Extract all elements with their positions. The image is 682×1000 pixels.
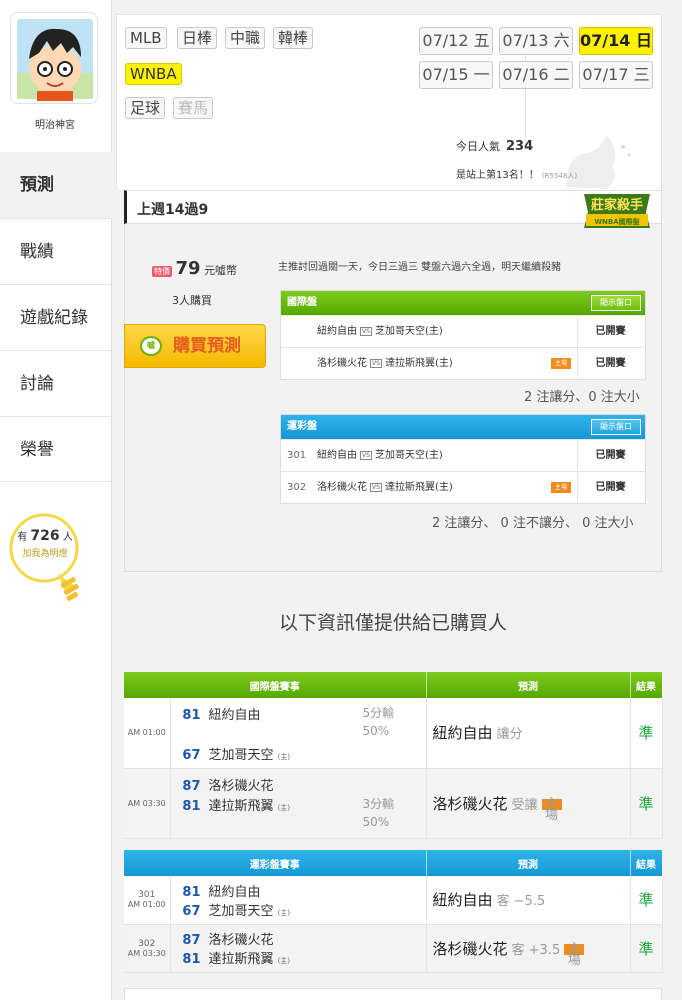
result-mark: 準 [630,876,663,925]
bookie-killer-badge-icon: 莊家殺手 WNBA國際盤 [584,194,650,228]
game-status: 已開賽 [577,348,643,379]
follow-label[interactable]: 加我為明燈 [10,546,80,559]
avatar[interactable] [10,12,98,104]
game-status: 已開賽 [577,472,643,503]
sport-tab-soccer[interactable]: 足球 [125,97,166,119]
user-name: 明治神宮 [35,120,75,131]
svg-text:莊家殺手: 莊家殺手 [591,197,643,213]
rank-text: 是站上第13名！！ (R5548人) [456,170,578,181]
sidebar: 明治神宮 預測 戰績 遊戲紀錄 討論 榮譽 有 726 人 加我為明燈 [0,0,112,1000]
column-header: 國際盤賽事 [124,672,427,698]
table-row: 302 AM 03:30 87 洛杉磯火花 81 達拉斯飛翼 (主) 洛杉磯火花客 +… [124,924,663,973]
intl-pick-table: 國際盤 顯示盤口 紐約自由 VS 芝加哥天空(主) 已開賽 洛杉磯火花 VS 達拉斯飛翼… [280,290,646,380]
fans-count: 有 726 人 [17,528,73,544]
sport-tab-mlb[interactable]: MLB [125,27,167,49]
intl-results-table: 國際盤賽事 預測 結果 AM 01:00 81 紐約自由 67 芝加哥天空 (主) … [124,672,663,839]
date-0715[interactable]: 07/15 一 [419,61,493,89]
sport-tab-horse: 賽馬 [173,97,214,119]
nav-game-history[interactable]: 遊戲紀錄 [0,284,112,350]
show-odds-button[interactable]: 顯示盤口 [591,295,641,311]
next-panel-edge [124,988,662,1000]
column-header: 結果 [630,850,663,876]
home-court-icon: 主場 [564,943,585,967]
buyer-count: 3人購買 [172,294,212,307]
intl-table-header: 國際盤 顯示盤口 [281,291,645,315]
coin-icon: 噓 [140,336,162,356]
avatar-cartoon-icon [17,19,93,101]
sport-tab-kbo[interactable]: 韓棒 [273,27,314,49]
game-status: 已開賽 [577,440,643,471]
panel-title: 上週14過9 [137,202,209,218]
vs-icon: VS [370,358,382,368]
lottery-pick-table: 運彩盤 顯示盤口 301 紐約自由 VS 芝加哥天空(主) 已開賽 302 洛杉磯火… [280,414,646,504]
lottery-summary: 2 注讓分、 0 注不讓分、 0 注大小 [432,516,634,531]
ghost-decoration-icon [566,135,631,189]
nav-honor[interactable]: 榮譽 [0,416,112,482]
result-mark: 準 [630,768,663,839]
vs-icon: VS [360,450,372,460]
lottery-table-header: 運彩盤 顯示盤口 [281,415,645,439]
sport-tab-cpbl[interactable]: 中職 [225,27,266,49]
buyers-only-notice: 以下資訊僅提供給已購買人 [278,612,507,634]
sport-tab-wnba[interactable]: WNBA [125,63,182,85]
column-header: 預測 [426,850,631,876]
popularity: 今日人氣 234 [456,139,534,154]
table-row: 紐約自由 VS 芝加哥天空(主) 已開賽 [281,315,645,347]
result-mark: 準 [630,698,663,769]
home-court-icon: 主場 [541,798,562,822]
table-row: 洛杉磯火花 VS 達拉斯飛翼(主) 主場 已開賽 [281,347,645,379]
date-0714[interactable]: 07/14 日 [579,27,653,55]
home-court-icon: 主場 [551,482,571,493]
lottery-results-table: 運彩盤賽事 預測 結果 301 AM 01:00 81 紐約自由 67 芝加哥天空 (… [124,850,663,973]
date-0713[interactable]: 07/13 六 [499,27,573,55]
intl-summary: 2 注讓分、0 注大小 [524,390,640,405]
column-header: 預測 [426,672,631,698]
vs-icon: VS [370,482,382,492]
column-header: 運彩盤賽事 [124,850,427,876]
date-0712[interactable]: 07/12 五 [419,27,493,55]
game-status: 已開賽 [577,316,643,347]
date-0716[interactable]: 07/16 二 [499,61,573,89]
filter-area: MLB 日棒 中職 韓棒 WNBA 足球 賽馬 07/12 五 07/13 六 … [116,14,662,190]
show-odds-button[interactable]: 顯示盤口 [591,419,641,435]
sport-tab-npb[interactable]: 日棒 [177,27,218,49]
table-row: AM 03:30 87 洛杉磯火花 81 達拉斯飛翼 (主) 3分輸 50% 洛杉磯… [124,768,663,839]
table-row: 301 AM 01:00 81 紐約自由 67 芝加哥天空 (主) 紐約自由客 −5.… [124,876,663,925]
vs-icon: VS [360,326,372,336]
table-row: 301 紐約自由 VS 芝加哥天空(主) 已開賽 [281,439,645,471]
table-row: 302 洛杉磯火花 VS 達拉斯飛翼(主) 主場 已開賽 [281,471,645,503]
nav-predict[interactable]: 預測 [0,152,112,218]
nav-discussion[interactable]: 討論 [0,350,112,416]
price: 特價 79 元噓幣 [152,258,238,279]
svg-text:WNBA國際盤: WNBA國際盤 [594,217,640,226]
nav-record[interactable]: 戰績 [0,218,112,284]
prediction-description: 主推討回過關一天，今日三過三 雙盤六過六全過，明天繼續殺豬 [278,262,562,273]
sale-tag: 特價 [152,266,172,277]
result-mark: 準 [630,924,663,973]
table-row: AM 01:00 81 紐約自由 67 芝加哥天空 (主) 5分輸 50% 紐約自由… [124,698,663,769]
home-court-icon: 主場 [551,358,571,369]
column-header: 結果 [630,672,663,698]
date-0717[interactable]: 07/17 三 [579,61,653,89]
